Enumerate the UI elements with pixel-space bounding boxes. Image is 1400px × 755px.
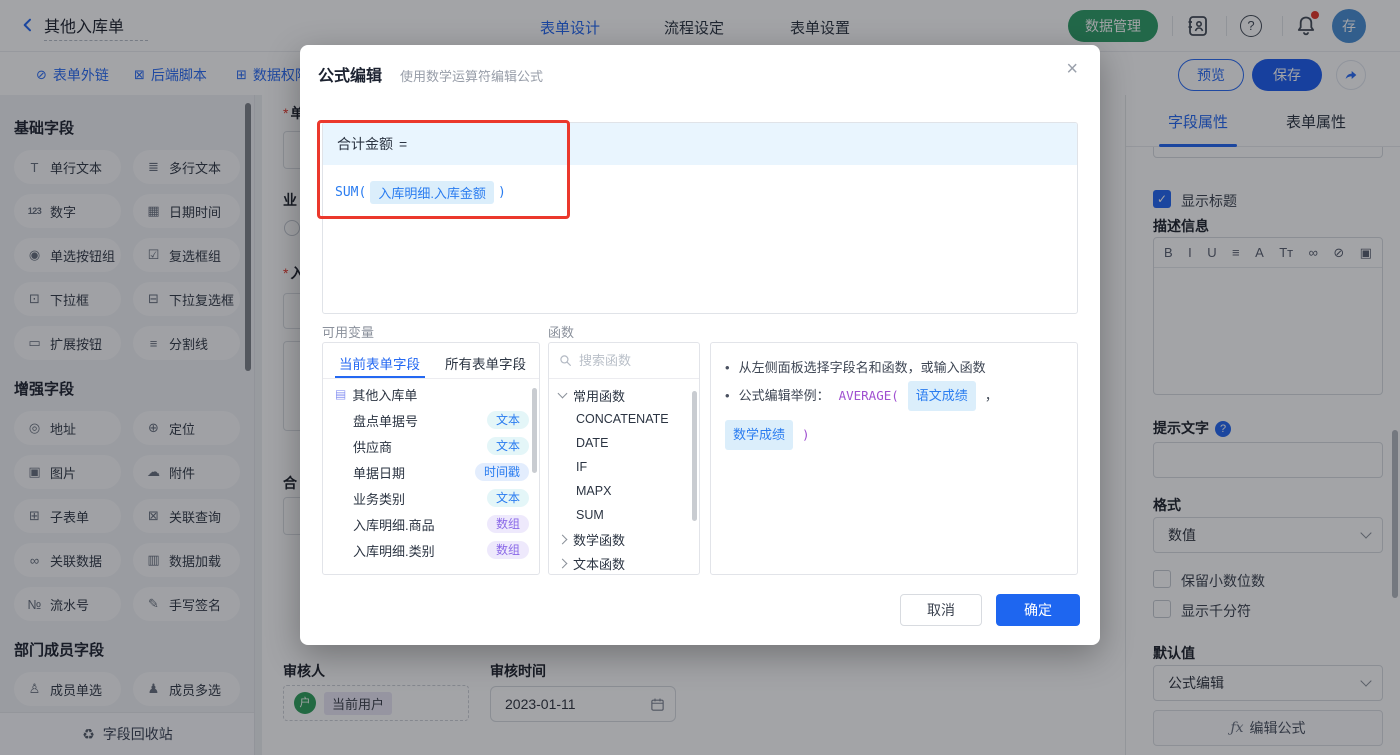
variable-row[interactable]: 盘点单据号 文本	[323, 407, 539, 433]
modal-title: 公式编辑	[318, 68, 383, 85]
formula-target-band: 合计金额 =	[323, 123, 1077, 165]
variable-row[interactable]: 单据日期 时间戳	[323, 459, 539, 485]
variable-name: 业务类别	[353, 491, 406, 507]
functions-label: 函数	[548, 325, 575, 340]
tab-all-form-fields[interactable]: 所有表单字段	[445, 353, 526, 373]
function-group[interactable]: 常用函数	[549, 383, 699, 407]
function-item[interactable]: IF	[549, 455, 699, 479]
tip-example-function: AVERAGE(	[838, 388, 899, 403]
function-item[interactable]: CONCATENATE	[549, 407, 699, 431]
function-item[interactable]: DATE	[549, 431, 699, 455]
variables-scrollbar[interactable]	[532, 388, 537, 473]
function-item[interactable]: SUM	[549, 503, 699, 527]
close-icon[interactable]: ×	[1066, 59, 1078, 79]
bullet: •	[725, 360, 730, 375]
tips-panel: • 从左侧面板选择字段名和函数，或输入函数 • 公式编辑举例： AVERAGE(…	[710, 342, 1078, 575]
chevron-right-icon	[557, 534, 568, 544]
bullet: •	[725, 388, 730, 403]
function-group-name: 文本函数	[573, 556, 626, 572]
variable-row[interactable]: 入库明细.商品 数组	[323, 511, 539, 537]
form-document-icon: ▤	[335, 387, 347, 401]
variables-tabs: 当前表单字段 所有表单字段	[323, 343, 539, 379]
variable-name: 入库明细.类别	[353, 543, 435, 559]
app-screen: 其他入库单 表单设计 流程设定 表单设置 数据管理 ? 存 ⊘ 表单外链 ⊠ 后…	[0, 0, 1400, 755]
variables-panel: 当前表单字段 所有表单字段 ▤ 其他入库单 盘点单据号 文本 供应商 文本 单据日期 时间戳业…	[322, 342, 540, 575]
tab-current-form-fields[interactable]: 当前表单字段	[339, 353, 420, 373]
formula-target-field: 合计金额	[337, 136, 393, 152]
function-group[interactable]: 数学函数	[549, 527, 699, 551]
variables-active-underline	[335, 376, 425, 378]
variable-name: 盘点单据号	[353, 413, 419, 429]
search-icon	[560, 355, 571, 366]
variable-name: 单据日期	[353, 465, 406, 481]
variable-name: 供应商	[353, 439, 393, 455]
variable-list: ▤ 其他入库单 盘点单据号 文本 供应商 文本 单据日期 时间戳 业务类别 文本 入库明细.商品 数组…	[323, 381, 539, 574]
variable-type-tag: 时间戳	[474, 463, 529, 481]
cancel-button[interactable]: 取消	[900, 594, 982, 626]
tip-example-chip: 数学成绩	[725, 420, 794, 450]
formula-equals: =	[399, 136, 408, 152]
function-group[interactable]: 文本函数	[549, 551, 699, 574]
variable-root-row[interactable]: ▤ 其他入库单	[323, 381, 539, 407]
modal-subtitle: 使用数学运算符编辑公式	[400, 69, 544, 84]
variable-name: 其他入库单	[352, 387, 418, 403]
variable-type-tag: 数组	[486, 541, 529, 559]
tip-example-close: )	[802, 427, 810, 442]
tip-example-chip: 语文成绩	[907, 381, 976, 411]
tip-text: 从左侧面板选择字段名和函数，或输入函数	[738, 360, 986, 375]
confirm-button[interactable]: 确定	[996, 594, 1080, 626]
tip-example-prefix: 公式编辑举例：	[738, 388, 830, 403]
formula-edit-modal: 公式编辑 使用数学运算符编辑公式 × 合计金额 = SUM( 入库明细.入库金额…	[300, 45, 1100, 645]
variable-row[interactable]	[323, 563, 539, 574]
variable-type-tag: 文本	[486, 411, 529, 429]
variable-row[interactable]: 业务类别 文本	[323, 485, 539, 511]
chevron-down-icon	[557, 388, 568, 399]
variable-row[interactable]: 入库明细.类别 数组	[323, 537, 539, 563]
function-list: 常用函数 CONCATENATE DATE IF MAPX SUM 数学函数文本函数	[549, 383, 699, 574]
variable-type-tag: 文本	[486, 437, 529, 455]
functions-panel: 常用函数 CONCATENATEDATEIFMAPXSUM 数学函数文本函数	[548, 342, 700, 575]
formula-suffix: )	[497, 185, 506, 200]
formula-editor[interactable]: 合计金额 = SUM( 入库明细.入库金额 )	[322, 122, 1078, 314]
variables-label: 可用变量	[322, 325, 375, 340]
formula-expression[interactable]: SUM( 入库明细.入库金额 )	[335, 181, 506, 204]
formula-prefix: SUM(	[335, 185, 367, 200]
tip-row-example: • 公式编辑举例： AVERAGE( 语文成绩 ， 数学成绩 )	[725, 381, 1063, 450]
variable-type-tag: 数组	[486, 515, 529, 533]
tip-row: • 从左侧面板选择字段名和函数，或输入函数	[725, 355, 1063, 381]
variable-type-tag: 文本	[486, 489, 529, 507]
functions-scrollbar[interactable]	[692, 391, 697, 521]
formula-field-chip[interactable]: 入库明细.入库金额	[370, 181, 494, 204]
function-search-input[interactable]	[579, 353, 679, 368]
variable-name: 入库明细.商品	[353, 517, 435, 533]
function-item[interactable]: MAPX	[549, 479, 699, 503]
function-group-name: 数学函数	[573, 532, 626, 548]
tip-example-comma: ，	[984, 388, 998, 403]
chevron-right-icon	[557, 558, 568, 568]
function-search[interactable]	[549, 343, 699, 379]
function-group-name: 常用函数	[573, 388, 626, 404]
variable-row[interactable]: 供应商 文本	[323, 433, 539, 459]
